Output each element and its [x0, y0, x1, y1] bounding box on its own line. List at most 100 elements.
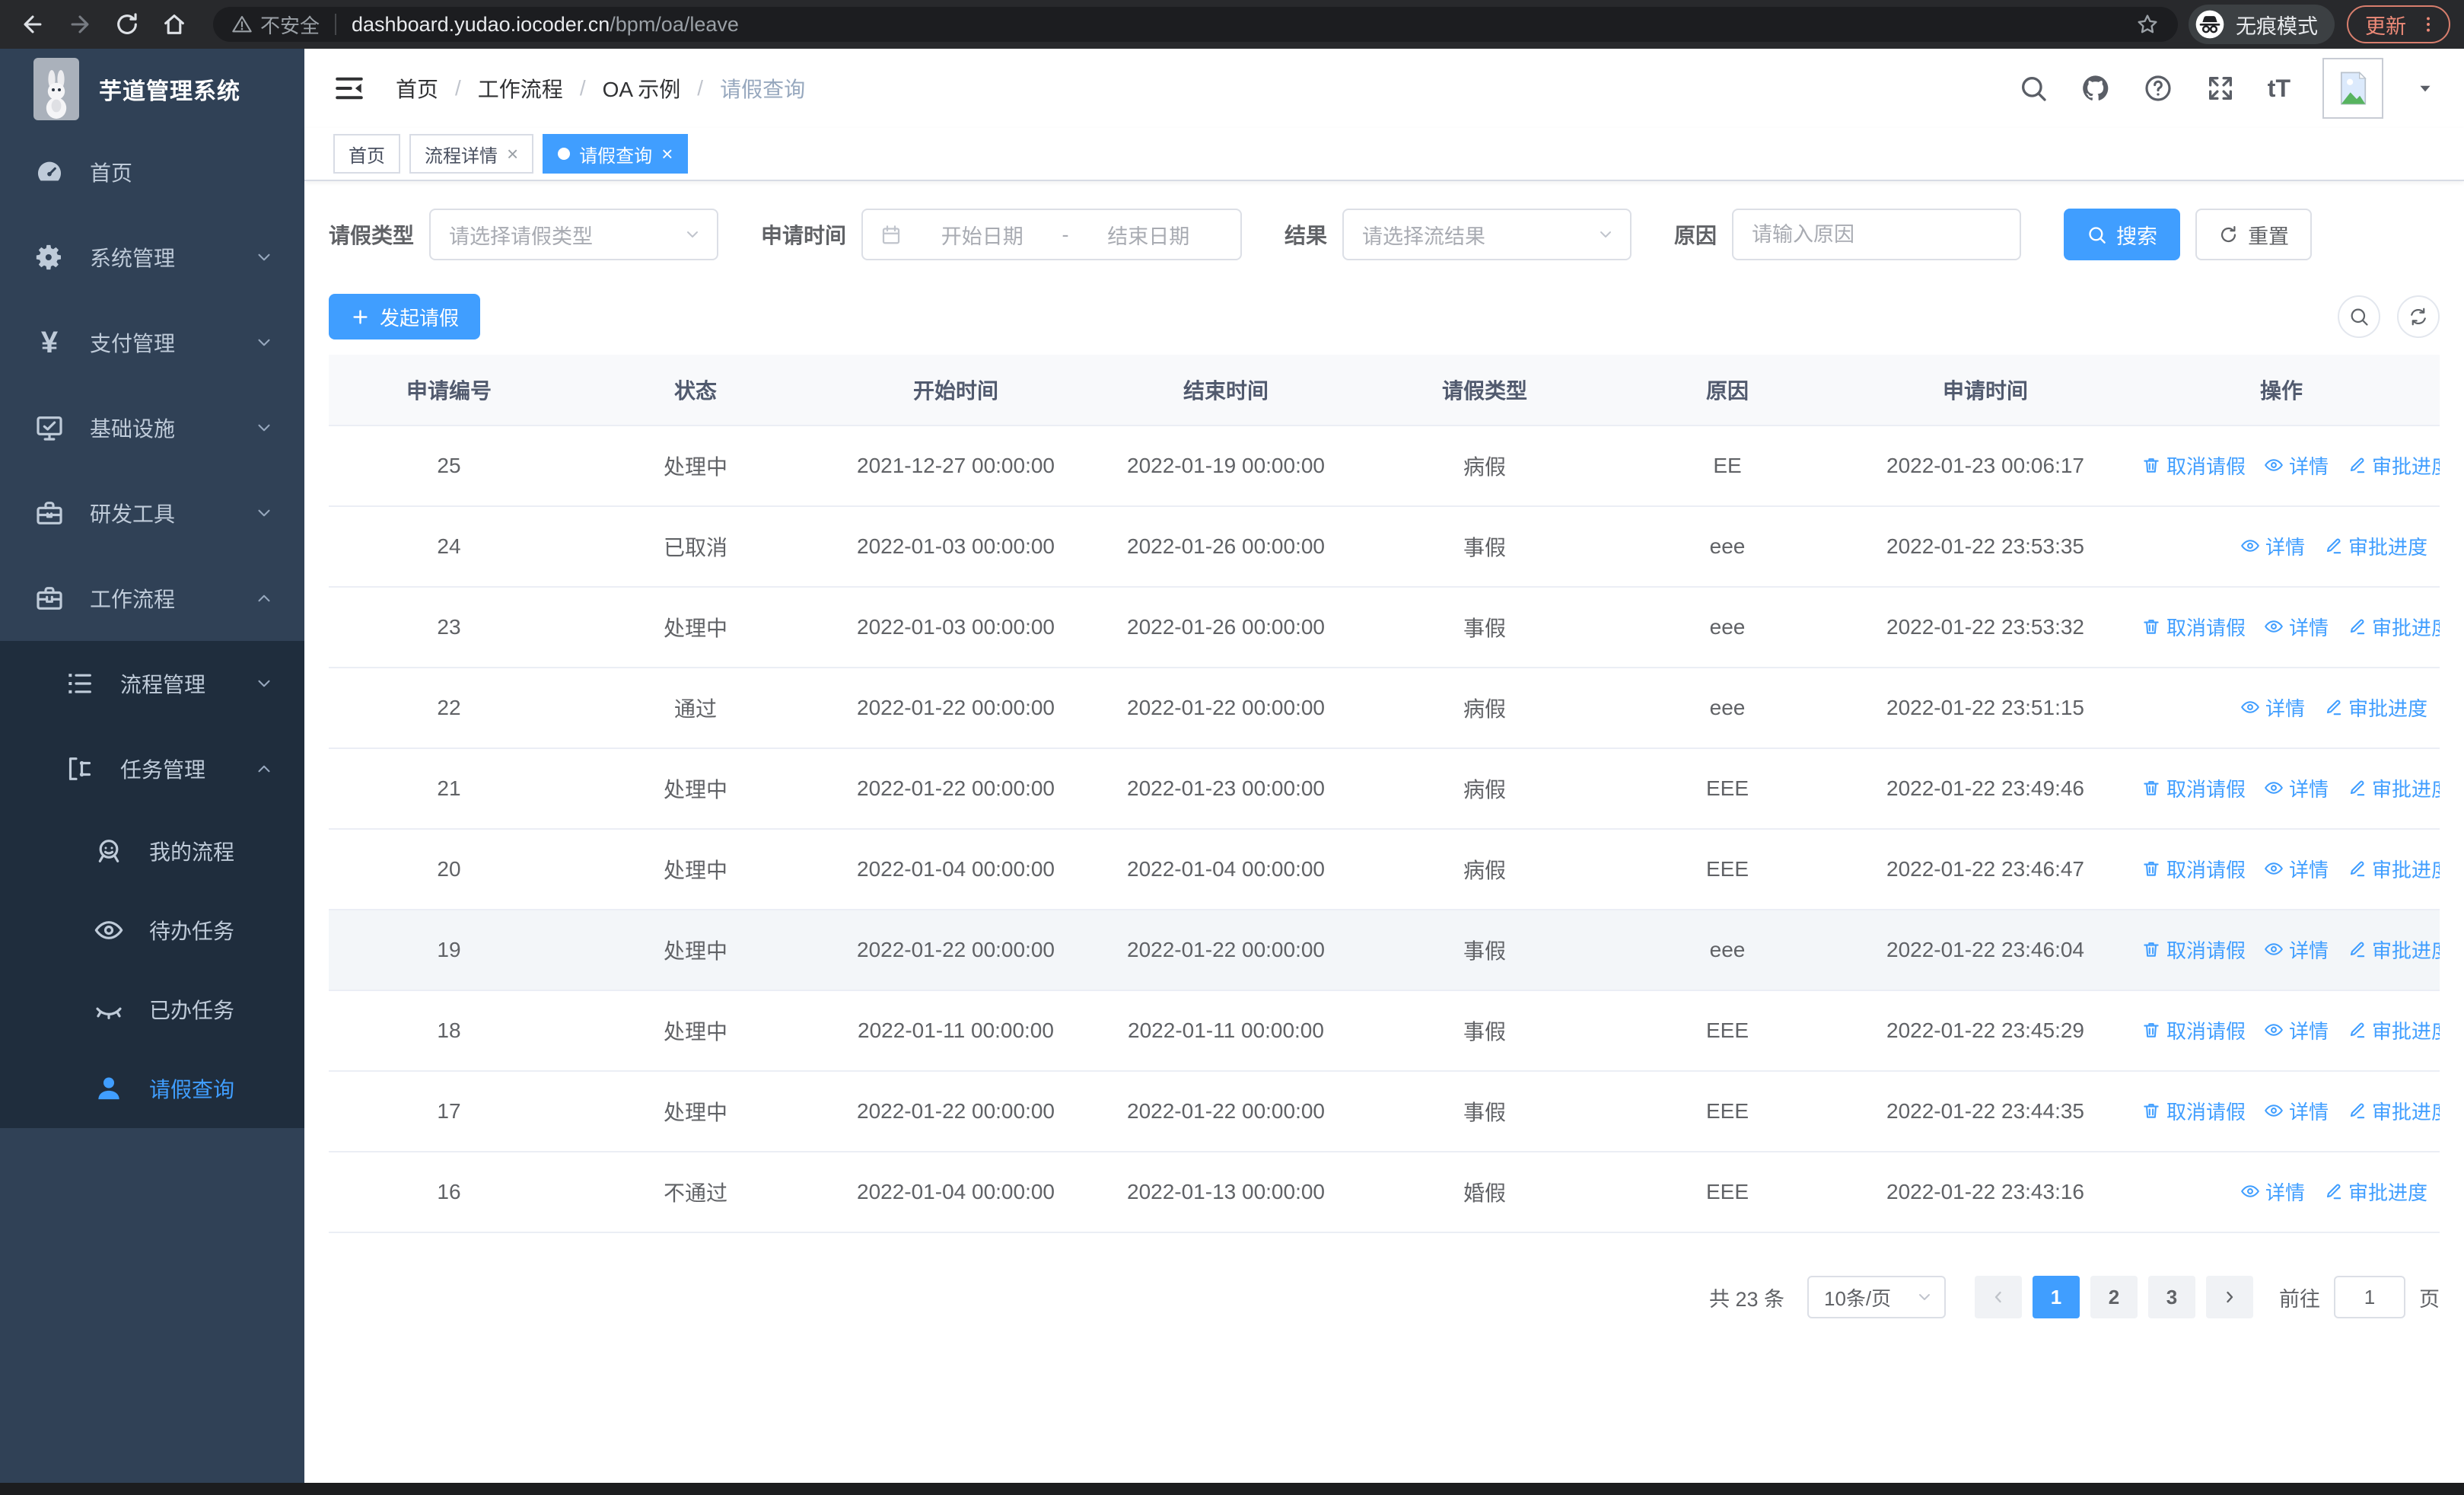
- cancel-link[interactable]: 取消请假: [2141, 613, 2246, 641]
- goto-page-input[interactable]: [2334, 1276, 2405, 1318]
- pen-icon: [2347, 859, 2367, 878]
- sidebar-item-task-mgmt[interactable]: 任务管理: [0, 726, 304, 811]
- cell-reason: EEE: [1607, 990, 1848, 1072]
- sidebar-item-home[interactable]: 首页: [0, 129, 304, 215]
- calendar-icon: [880, 223, 903, 246]
- cell-status: 处理中: [569, 910, 822, 991]
- sidebar-item-done-tasks[interactable]: 已办任务: [0, 970, 304, 1049]
- result-select[interactable]: 请选择流结果: [1342, 209, 1632, 260]
- progress-link[interactable]: 审批进度: [2347, 613, 2440, 641]
- detail-link[interactable]: 详情: [2240, 532, 2305, 560]
- detail-link[interactable]: 详情: [2264, 936, 2329, 964]
- cancel-link[interactable]: 取消请假: [2141, 855, 2246, 883]
- refresh-table-button[interactable]: [2397, 295, 2440, 338]
- create-leave-button[interactable]: 发起请假: [329, 294, 481, 339]
- leave-type-label: 请假类型: [329, 224, 415, 247]
- sidebar-item-leave-query[interactable]: 请假查询: [0, 1049, 304, 1128]
- avatar[interactable]: [2322, 58, 2383, 119]
- app-logo[interactable]: 芋道管理系统: [0, 49, 304, 129]
- sidebar-item-infra[interactable]: 基础设施: [0, 385, 304, 470]
- trash-icon: [2141, 778, 2161, 798]
- progress-link[interactable]: 审批进度: [2347, 774, 2440, 802]
- sidebar-item-todo-tasks[interactable]: 待办任务: [0, 891, 304, 970]
- search-button[interactable]: 搜索: [2064, 209, 2181, 260]
- chevron-down-icon: [254, 674, 274, 693]
- leave-type-select[interactable]: 请选择请假类型: [429, 209, 719, 260]
- breadcrumb-item[interactable]: OA 示例: [603, 73, 681, 104]
- page-size-select[interactable]: 10条/页: [1807, 1276, 1946, 1318]
- progress-link[interactable]: 审批进度: [2347, 855, 2440, 883]
- result-label: 结果: [1285, 224, 1328, 247]
- cell-status: 通过: [569, 668, 822, 749]
- page-button-3[interactable]: 3: [2148, 1276, 2195, 1318]
- cell-end-time: 2022-01-13 00:00:00: [1090, 1152, 1362, 1233]
- tab-流程详情[interactable]: 流程详情 ×: [409, 134, 534, 174]
- tab-请假查询[interactable]: 请假查询 ×: [543, 134, 689, 174]
- font-size-icon[interactable]: tT: [2268, 75, 2291, 103]
- progress-link[interactable]: 审批进度: [2323, 1178, 2427, 1206]
- cell-actions: 详情 审批进度: [2123, 506, 2440, 588]
- detail-link[interactable]: 详情: [2240, 693, 2305, 722]
- browser-forward-icon[interactable]: [61, 5, 99, 43]
- cell-status: 处理中: [569, 425, 822, 507]
- browser-home-icon[interactable]: [155, 5, 193, 43]
- reason-input[interactable]: [1732, 209, 2022, 260]
- search-icon[interactable]: [2018, 73, 2049, 104]
- page-button-2[interactable]: 2: [2090, 1276, 2138, 1318]
- fullscreen-icon[interactable]: [2205, 73, 2236, 104]
- sidebar-item-payment[interactable]: ¥ 支付管理: [0, 300, 304, 385]
- cancel-link[interactable]: 取消请假: [2141, 774, 2246, 802]
- cancel-link[interactable]: 取消请假: [2141, 1097, 2246, 1125]
- progress-link[interactable]: 审批进度: [2347, 451, 2440, 480]
- github-icon[interactable]: [2080, 73, 2111, 104]
- chevron-down-icon: [254, 503, 274, 523]
- url-bar[interactable]: 不安全 dashboard.yudao.iocoder.cn /bpm/oa/l…: [213, 7, 2178, 42]
- detail-link[interactable]: 详情: [2264, 774, 2329, 802]
- detail-link[interactable]: 详情: [2264, 855, 2329, 883]
- sidebar-item-system[interactable]: 系统管理: [0, 215, 304, 300]
- tab-close-icon[interactable]: ×: [507, 144, 518, 164]
- detail-link[interactable]: 详情: [2264, 451, 2329, 480]
- cancel-link[interactable]: 取消请假: [2141, 936, 2246, 964]
- cancel-link[interactable]: 取消请假: [2141, 1016, 2246, 1044]
- next-page-button[interactable]: [2206, 1276, 2253, 1318]
- browser-reload-icon[interactable]: [108, 5, 146, 43]
- cell-apply-time: 2022-01-22 23:53:35: [1848, 506, 2123, 588]
- cell-reason: EEE: [1607, 829, 1848, 910]
- sidebar-item-workflow[interactable]: 工作流程: [0, 556, 304, 641]
- caret-down-icon[interactable]: [2415, 78, 2435, 98]
- cell-apply-time: 2022-01-22 23:53:32: [1848, 587, 2123, 668]
- window-bottom-edge: [0, 1483, 2464, 1495]
- trash-icon: [2141, 455, 2161, 475]
- breadcrumb-item[interactable]: 首页: [396, 73, 438, 104]
- detail-link[interactable]: 详情: [2240, 1178, 2305, 1206]
- progress-link[interactable]: 审批进度: [2347, 1097, 2440, 1125]
- date-range-input[interactable]: 开始日期 - 结束日期: [861, 209, 1243, 260]
- prev-page-button[interactable]: [1975, 1276, 2022, 1318]
- cell-end-time: 2022-01-23 00:00:00: [1090, 748, 1362, 830]
- detail-link[interactable]: 详情: [2264, 1016, 2329, 1044]
- breadcrumb-item[interactable]: 工作流程: [478, 73, 563, 104]
- tab-首页[interactable]: 首页: [333, 134, 400, 174]
- reset-button[interactable]: 重置: [2195, 209, 2313, 260]
- sidebar-item-my-process[interactable]: 我的流程: [0, 811, 304, 891]
- bookmark-star-icon[interactable]: [2135, 12, 2160, 37]
- browser-back-icon[interactable]: [14, 5, 52, 43]
- show-search-button[interactable]: [2338, 295, 2380, 338]
- tab-close-icon[interactable]: ×: [661, 144, 673, 164]
- tags-view: 首页 流程详情 × 请假查询 ×: [304, 128, 2464, 181]
- cancel-link[interactable]: 取消请假: [2141, 451, 2246, 480]
- progress-link[interactable]: 审批进度: [2347, 936, 2440, 964]
- sidebar-item-process-mgmt[interactable]: 流程管理: [0, 641, 304, 726]
- progress-link[interactable]: 审批进度: [2347, 1016, 2440, 1044]
- refresh-icon: [2411, 308, 2426, 326]
- help-icon[interactable]: [2143, 73, 2173, 104]
- sidebar-collapse-icon[interactable]: [333, 72, 365, 104]
- progress-link[interactable]: 审批进度: [2323, 532, 2427, 560]
- sidebar-item-devtools[interactable]: 研发工具: [0, 470, 304, 556]
- page-button-1[interactable]: 1: [2033, 1276, 2080, 1318]
- detail-link[interactable]: 详情: [2264, 1097, 2329, 1125]
- detail-link[interactable]: 详情: [2264, 613, 2329, 641]
- update-button[interactable]: 更新: [2347, 5, 2450, 43]
- progress-link[interactable]: 审批进度: [2323, 693, 2427, 722]
